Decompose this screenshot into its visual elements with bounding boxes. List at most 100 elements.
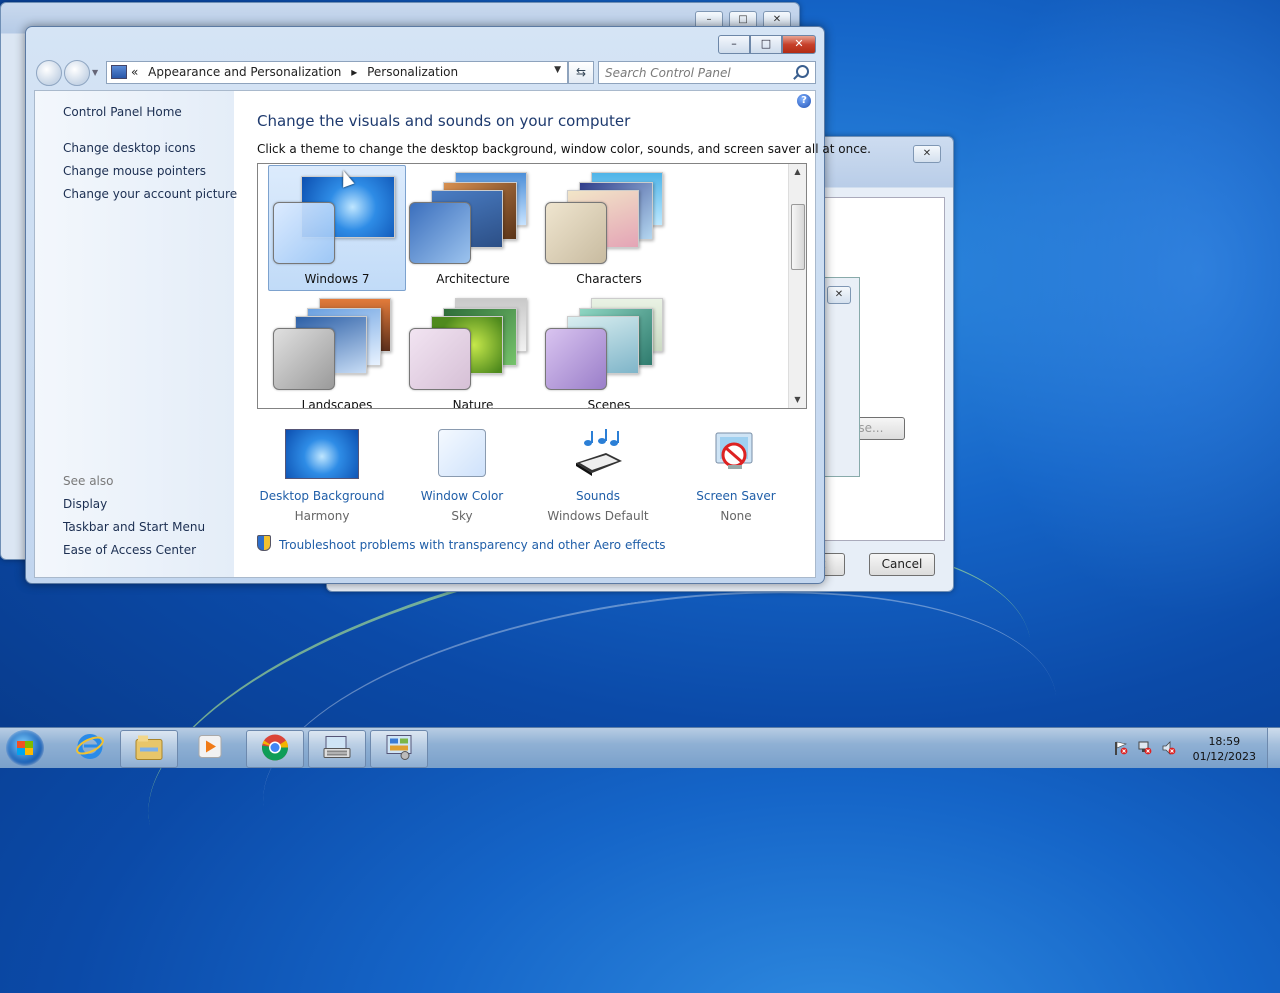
- scroll-down-arrow-icon[interactable]: ▼: [789, 392, 806, 408]
- display-link[interactable]: Display: [63, 497, 107, 511]
- desktop-background-value: Harmony: [294, 509, 350, 523]
- subdialog-close-button[interactable]: ✕: [827, 286, 851, 304]
- media-player-icon: [197, 734, 223, 763]
- clock-date: 01/12/2023: [1192, 750, 1256, 763]
- theme-thumbnail: [273, 298, 399, 390]
- theme-label: Scenes: [587, 398, 631, 409]
- desktop-background-setting[interactable]: Desktop Background Harmony: [257, 427, 387, 527]
- theme-windows-7[interactable]: Windows 7: [268, 165, 406, 291]
- theme-scenes[interactable]: Scenes: [540, 291, 678, 409]
- breadcrumb-separator[interactable]: ▸: [351, 65, 357, 79]
- taskbar-file-explorer[interactable]: [120, 730, 178, 768]
- cancel-button[interactable]: Cancel: [869, 553, 935, 576]
- theme-nature[interactable]: Nature: [404, 291, 542, 409]
- breadcrumb: « Appearance and Personalization ▸ Perso…: [131, 64, 464, 80]
- theme-settings: Desktop Background Harmony Window Color …: [257, 427, 805, 527]
- theme-thumbnail: [409, 172, 535, 264]
- back-button[interactable]: [36, 60, 62, 86]
- close-button[interactable]: ✕: [782, 35, 816, 54]
- search-icon[interactable]: [796, 65, 809, 78]
- internet-explorer-icon: [75, 732, 105, 765]
- background-subdialog[interactable]: ✕: [824, 277, 860, 477]
- scroll-thumb[interactable]: [791, 204, 805, 270]
- forward-button[interactable]: [64, 60, 90, 86]
- keyboard-settings-icon: [322, 735, 352, 764]
- sounds-value: Windows Default: [547, 509, 649, 523]
- window-color-setting[interactable]: Window Color Sky: [397, 427, 527, 527]
- sounds-setting[interactable]: Sounds Windows Default: [533, 427, 663, 527]
- taskbar-keyboard-settings[interactable]: [308, 730, 366, 768]
- theme-landscapes[interactable]: Landscapes: [268, 291, 406, 409]
- taskbar-control-panel[interactable]: [370, 730, 428, 768]
- taskbar-start-menu-link[interactable]: Taskbar and Start Menu: [63, 520, 205, 534]
- sounds-icon: [572, 429, 624, 477]
- sidebar: Control Panel Home Change desktop icons …: [35, 91, 237, 577]
- caption-buttons: – □ ✕: [718, 35, 816, 54]
- desktop-background-link[interactable]: Desktop Background: [257, 489, 387, 503]
- sounds-link[interactable]: Sounds: [533, 489, 663, 503]
- navigation-bar: ▼ « Appearance and Personalization ▸ Per…: [34, 60, 816, 86]
- network-icon[interactable]: [1138, 741, 1152, 755]
- theme-label: Windows 7: [304, 272, 370, 286]
- page-title: Change the visuals and sounds on your co…: [257, 112, 631, 130]
- theme-thumbnail: [409, 298, 535, 390]
- shield-icon: [257, 535, 271, 551]
- gallery-scrollbar[interactable]: ▲ ▼: [788, 164, 806, 408]
- theme-label: Nature: [452, 398, 494, 409]
- breadcrumb-appearance[interactable]: Appearance and Personalization: [148, 65, 341, 79]
- maximize-button[interactable]: □: [750, 35, 782, 54]
- scroll-up-arrow-icon[interactable]: ▲: [789, 164, 806, 180]
- troubleshoot-label[interactable]: Troubleshoot problems with transparency …: [279, 538, 666, 552]
- search-box[interactable]: [598, 61, 816, 84]
- refresh-button[interactable]: ⇆: [568, 61, 594, 84]
- control-panel-home-link[interactable]: Control Panel Home: [63, 105, 182, 119]
- address-dropdown-icon[interactable]: ▼: [554, 65, 561, 75]
- dialog-close-button[interactable]: ✕: [913, 145, 941, 163]
- breadcrumb-overflow[interactable]: «: [131, 65, 138, 79]
- ease-of-access-link[interactable]: Ease of Access Center: [63, 543, 196, 557]
- taskbar-media-player[interactable]: [182, 730, 238, 766]
- recent-pages-chevron-icon[interactable]: ▼: [92, 68, 98, 77]
- search-input[interactable]: [603, 63, 791, 82]
- content-area: Control Panel Home Change desktop icons …: [34, 90, 871, 578]
- taskbar: 18:59 01/12/2023: [0, 727, 1280, 768]
- personalization-window[interactable]: – □ ✕ ▼ « Appearance and Personalization…: [25, 26, 871, 584]
- taskbar-internet-explorer[interactable]: [62, 730, 118, 766]
- desktop-background-icon: [285, 429, 359, 479]
- screen-saver-link[interactable]: Screen Saver: [671, 489, 801, 503]
- theme-characters[interactable]: Characters: [540, 165, 678, 291]
- address-bar[interactable]: « Appearance and Personalization ▸ Perso…: [106, 61, 568, 84]
- change-mouse-pointers-link[interactable]: Change mouse pointers: [63, 164, 206, 178]
- screen-saver-icon: [712, 429, 760, 477]
- window-color-icon: [438, 429, 486, 477]
- change-desktop-icons-link[interactable]: Change desktop icons: [63, 141, 196, 155]
- theme-label: Architecture: [436, 272, 510, 286]
- start-button[interactable]: [6, 730, 44, 766]
- taskbar-chrome[interactable]: [246, 730, 304, 768]
- theme-gallery[interactable]: Windows 7 Architecture Characters Landsc…: [257, 163, 807, 409]
- troubleshoot-link[interactable]: Troubleshoot problems with transparency …: [257, 535, 666, 552]
- theme-thumbnail: [545, 298, 671, 390]
- see-also-heading: See also: [63, 474, 114, 488]
- change-account-picture-link[interactable]: Change your account picture: [63, 187, 237, 201]
- control-panel-icon: [111, 65, 127, 79]
- minimize-button[interactable]: –: [718, 35, 750, 54]
- screen-saver-setting[interactable]: Screen Saver None: [671, 427, 801, 527]
- theme-architecture[interactable]: Architecture: [404, 165, 542, 291]
- screen-saver-value: None: [720, 509, 752, 523]
- instruction-text: Click a theme to change the desktop back…: [257, 142, 871, 156]
- clock-time: 18:59: [1208, 735, 1241, 748]
- theme-label: Landscapes: [301, 398, 373, 409]
- action-center-flag-icon[interactable]: [1114, 741, 1128, 755]
- help-icon[interactable]: ?: [797, 94, 811, 108]
- breadcrumb-personalization[interactable]: Personalization: [367, 65, 458, 79]
- theme-thumbnail: [545, 172, 671, 264]
- control-panel-icon: [384, 734, 414, 765]
- system-tray: 18:59 01/12/2023: [1110, 728, 1280, 768]
- clock[interactable]: 18:59 01/12/2023: [1193, 734, 1256, 764]
- show-desktop-button[interactable]: [1267, 728, 1280, 768]
- window-color-link[interactable]: Window Color: [397, 489, 527, 503]
- volume-muted-icon[interactable]: [1162, 741, 1176, 755]
- theme-label: Characters: [576, 272, 642, 286]
- file-explorer-icon: [134, 734, 164, 765]
